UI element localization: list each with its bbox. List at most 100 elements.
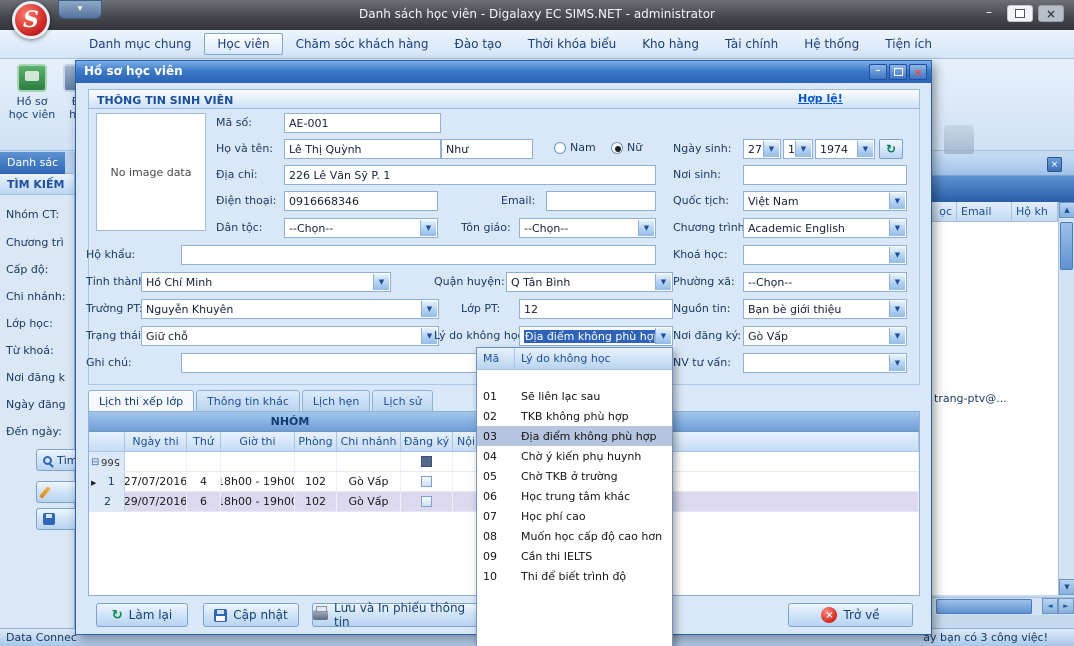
field-ho-khau[interactable] [181, 245, 656, 265]
field-ho-ten[interactable]: Lê Thị Quỳnh [284, 139, 441, 159]
chevron-down-icon[interactable] [889, 301, 905, 317]
chevron-down-icon[interactable] [420, 220, 436, 236]
chevron-down-icon[interactable] [857, 141, 873, 157]
row-checkbox[interactable] [421, 496, 432, 507]
tab-lich-hen[interactable]: Lịch hẹn [302, 390, 370, 411]
dropdown-item-09[interactable]: 09Cần thi IELTS [477, 546, 672, 566]
app-logo[interactable]: S [12, 1, 50, 39]
dropdown-item-01[interactable]: 01Sẽ liên lạc sau [477, 386, 672, 406]
menu-he-thong[interactable]: Hệ thống [791, 33, 872, 55]
menu-thoi-khoa-bieu[interactable]: Thời khóa biểu [515, 33, 629, 55]
field-ly-do-khong-hoc[interactable]: Địa điểm không phù hợp [519, 326, 673, 346]
field-dia-chi[interactable]: 226 Lê Văn Sỹ P. 1 [284, 165, 656, 185]
field-ten[interactable]: Như [441, 139, 533, 159]
back-button[interactable]: Trở về [788, 603, 913, 627]
window-minimize-button[interactable] [976, 5, 1002, 22]
window-close-button[interactable] [1038, 5, 1064, 22]
collapse-icon[interactable] [91, 455, 99, 468]
chevron-down-icon[interactable] [889, 247, 905, 263]
field-nv-tu-van[interactable] [743, 353, 907, 373]
chevron-down-icon[interactable] [795, 141, 811, 157]
dialog-close-button[interactable] [909, 64, 927, 80]
update-button[interactable]: Cập nhật [203, 603, 299, 627]
field-ma-so[interactable]: AE-001 [284, 113, 441, 133]
menu-danh-muc-chung[interactable]: Danh mục chung [76, 33, 204, 55]
tab-danh-sach-hoc-vien[interactable]: Danh sác [0, 152, 65, 174]
field-quoc-tich[interactable]: Việt Nam [743, 191, 907, 211]
radio-nu-dot[interactable] [611, 142, 623, 154]
field-khoa-hoc[interactable] [743, 245, 907, 265]
dialog-minimize-button[interactable] [869, 64, 887, 80]
scroll-right-icon[interactable] [1058, 598, 1074, 614]
chevron-down-icon[interactable] [763, 141, 779, 157]
field-phuong-xa[interactable]: --Chọn-- [743, 272, 907, 292]
scroll-left-icon[interactable] [1042, 598, 1058, 614]
chevron-down-icon[interactable] [421, 301, 437, 317]
dialog-titlebar[interactable]: Hồ sơ học viên [76, 61, 931, 83]
col-header-dang-ky[interactable]: Đăng ký [401, 432, 453, 452]
dropdown-item-10[interactable]: 10Thi để biết trình độ [477, 566, 672, 586]
field-nguon-tin[interactable]: Bạn bè giới thiệu [743, 299, 907, 319]
field-birth-month[interactable]: 1 [783, 139, 813, 159]
field-birth-year[interactable]: 1974 [815, 139, 875, 159]
tab-lich-su[interactable]: Lịch sử [372, 390, 432, 411]
field-trang-thai[interactable]: Giữ chỗ [141, 326, 439, 346]
field-dan-toc[interactable]: --Chọn-- [284, 218, 438, 238]
col-header-thu[interactable]: Thứ [187, 432, 221, 452]
col-header-email[interactable]: Email [957, 202, 1012, 222]
field-chuong-trinh[interactable]: Academic English [743, 218, 907, 238]
col-header-phong[interactable]: Phòng [295, 432, 337, 452]
reset-button[interactable]: Làm lại [96, 603, 188, 627]
chevron-down-icon[interactable] [655, 328, 671, 344]
valid-link[interactable]: Hợp lệ! [798, 92, 843, 105]
horizontal-scroll-thumb[interactable] [936, 599, 1032, 614]
vertical-scrollbar[interactable] [1058, 202, 1074, 595]
refresh-date-icon[interactable] [879, 139, 903, 159]
field-noi-sinh[interactable] [743, 165, 907, 185]
save-print-button[interactable]: Lưu và In phiếu thông tin [312, 603, 480, 627]
student-photo-placeholder[interactable]: No image data [96, 113, 206, 231]
tab-thong-tin-khac[interactable]: Thông tin khác [196, 390, 300, 411]
tab-lich-thi-xep-lop[interactable]: Lịch thi xếp lớp [88, 390, 194, 411]
field-ton-giao[interactable]: --Chọn-- [519, 218, 656, 238]
dropdown-item-08[interactable]: 08Muốn học cấp độ cao hơn [477, 526, 672, 546]
scroll-down-icon[interactable] [1059, 579, 1074, 595]
chevron-down-icon[interactable] [889, 328, 905, 344]
dialog-maximize-button[interactable] [889, 64, 907, 80]
field-truong-pt[interactable]: Nguyễn Khuyên [141, 299, 439, 319]
chevron-down-icon[interactable] [889, 220, 905, 236]
dropdown-item-07[interactable]: 07Học phí cao [477, 506, 672, 526]
chevron-down-icon[interactable] [889, 193, 905, 209]
dropdown-item-04[interactable]: 04Chờ ý kiến phụ huynh [477, 446, 672, 466]
menu-kho-hang[interactable]: Kho hàng [629, 33, 712, 55]
menu-cham-soc-khach-hang[interactable]: Chăm sóc khách hàng [283, 33, 442, 55]
quick-access-dropdown-icon[interactable] [58, 0, 102, 19]
group-checkbox[interactable] [421, 456, 432, 467]
field-dien-thoai[interactable]: 0916668346 [284, 191, 438, 211]
dropdown-item-06[interactable]: 06Học trung tâm khác [477, 486, 672, 506]
chevron-down-icon[interactable] [889, 274, 905, 290]
field-quan-huyen[interactable]: Q Tân Bình [506, 272, 673, 292]
menu-hoc-vien[interactable]: Học viên [204, 33, 282, 55]
menu-tien-ich[interactable]: Tiện ích [872, 33, 945, 55]
radio-nam[interactable]: Nam [554, 141, 596, 154]
vertical-scroll-thumb[interactable] [1060, 222, 1073, 270]
dropdown-item-05[interactable]: 05Chờ TKB ở trường [477, 466, 672, 486]
toolbar-student-profile-button[interactable]: Hồ sơ học viên [6, 64, 58, 121]
field-birth-day[interactable]: 27 [743, 139, 781, 159]
chevron-down-icon[interactable] [638, 220, 654, 236]
col-header-ngay-thi[interactable]: Ngày thi [125, 432, 187, 452]
col-header-gio-thi[interactable]: Giờ thi [221, 432, 295, 452]
dropdown-item-02[interactable]: 02TKB không phù hợp [477, 406, 672, 426]
field-email[interactable] [546, 191, 656, 211]
dropdown-item-03-selected[interactable]: 03Địa điểm không phù hợp [477, 426, 672, 446]
radio-nam-dot[interactable] [554, 142, 566, 154]
list-window-close-button[interactable] [1047, 157, 1062, 172]
field-tinh-thanh[interactable]: Hồ Chí Minh [141, 272, 391, 292]
radio-nu[interactable]: Nữ [611, 141, 642, 154]
scroll-up-icon[interactable] [1059, 202, 1074, 218]
field-lop-pt[interactable]: 12 [519, 299, 673, 319]
field-noi-dang-ky[interactable]: Gò Vấp [743, 326, 907, 346]
row-checkbox[interactable] [421, 476, 432, 487]
menu-tai-chinh[interactable]: Tài chính [712, 33, 791, 55]
